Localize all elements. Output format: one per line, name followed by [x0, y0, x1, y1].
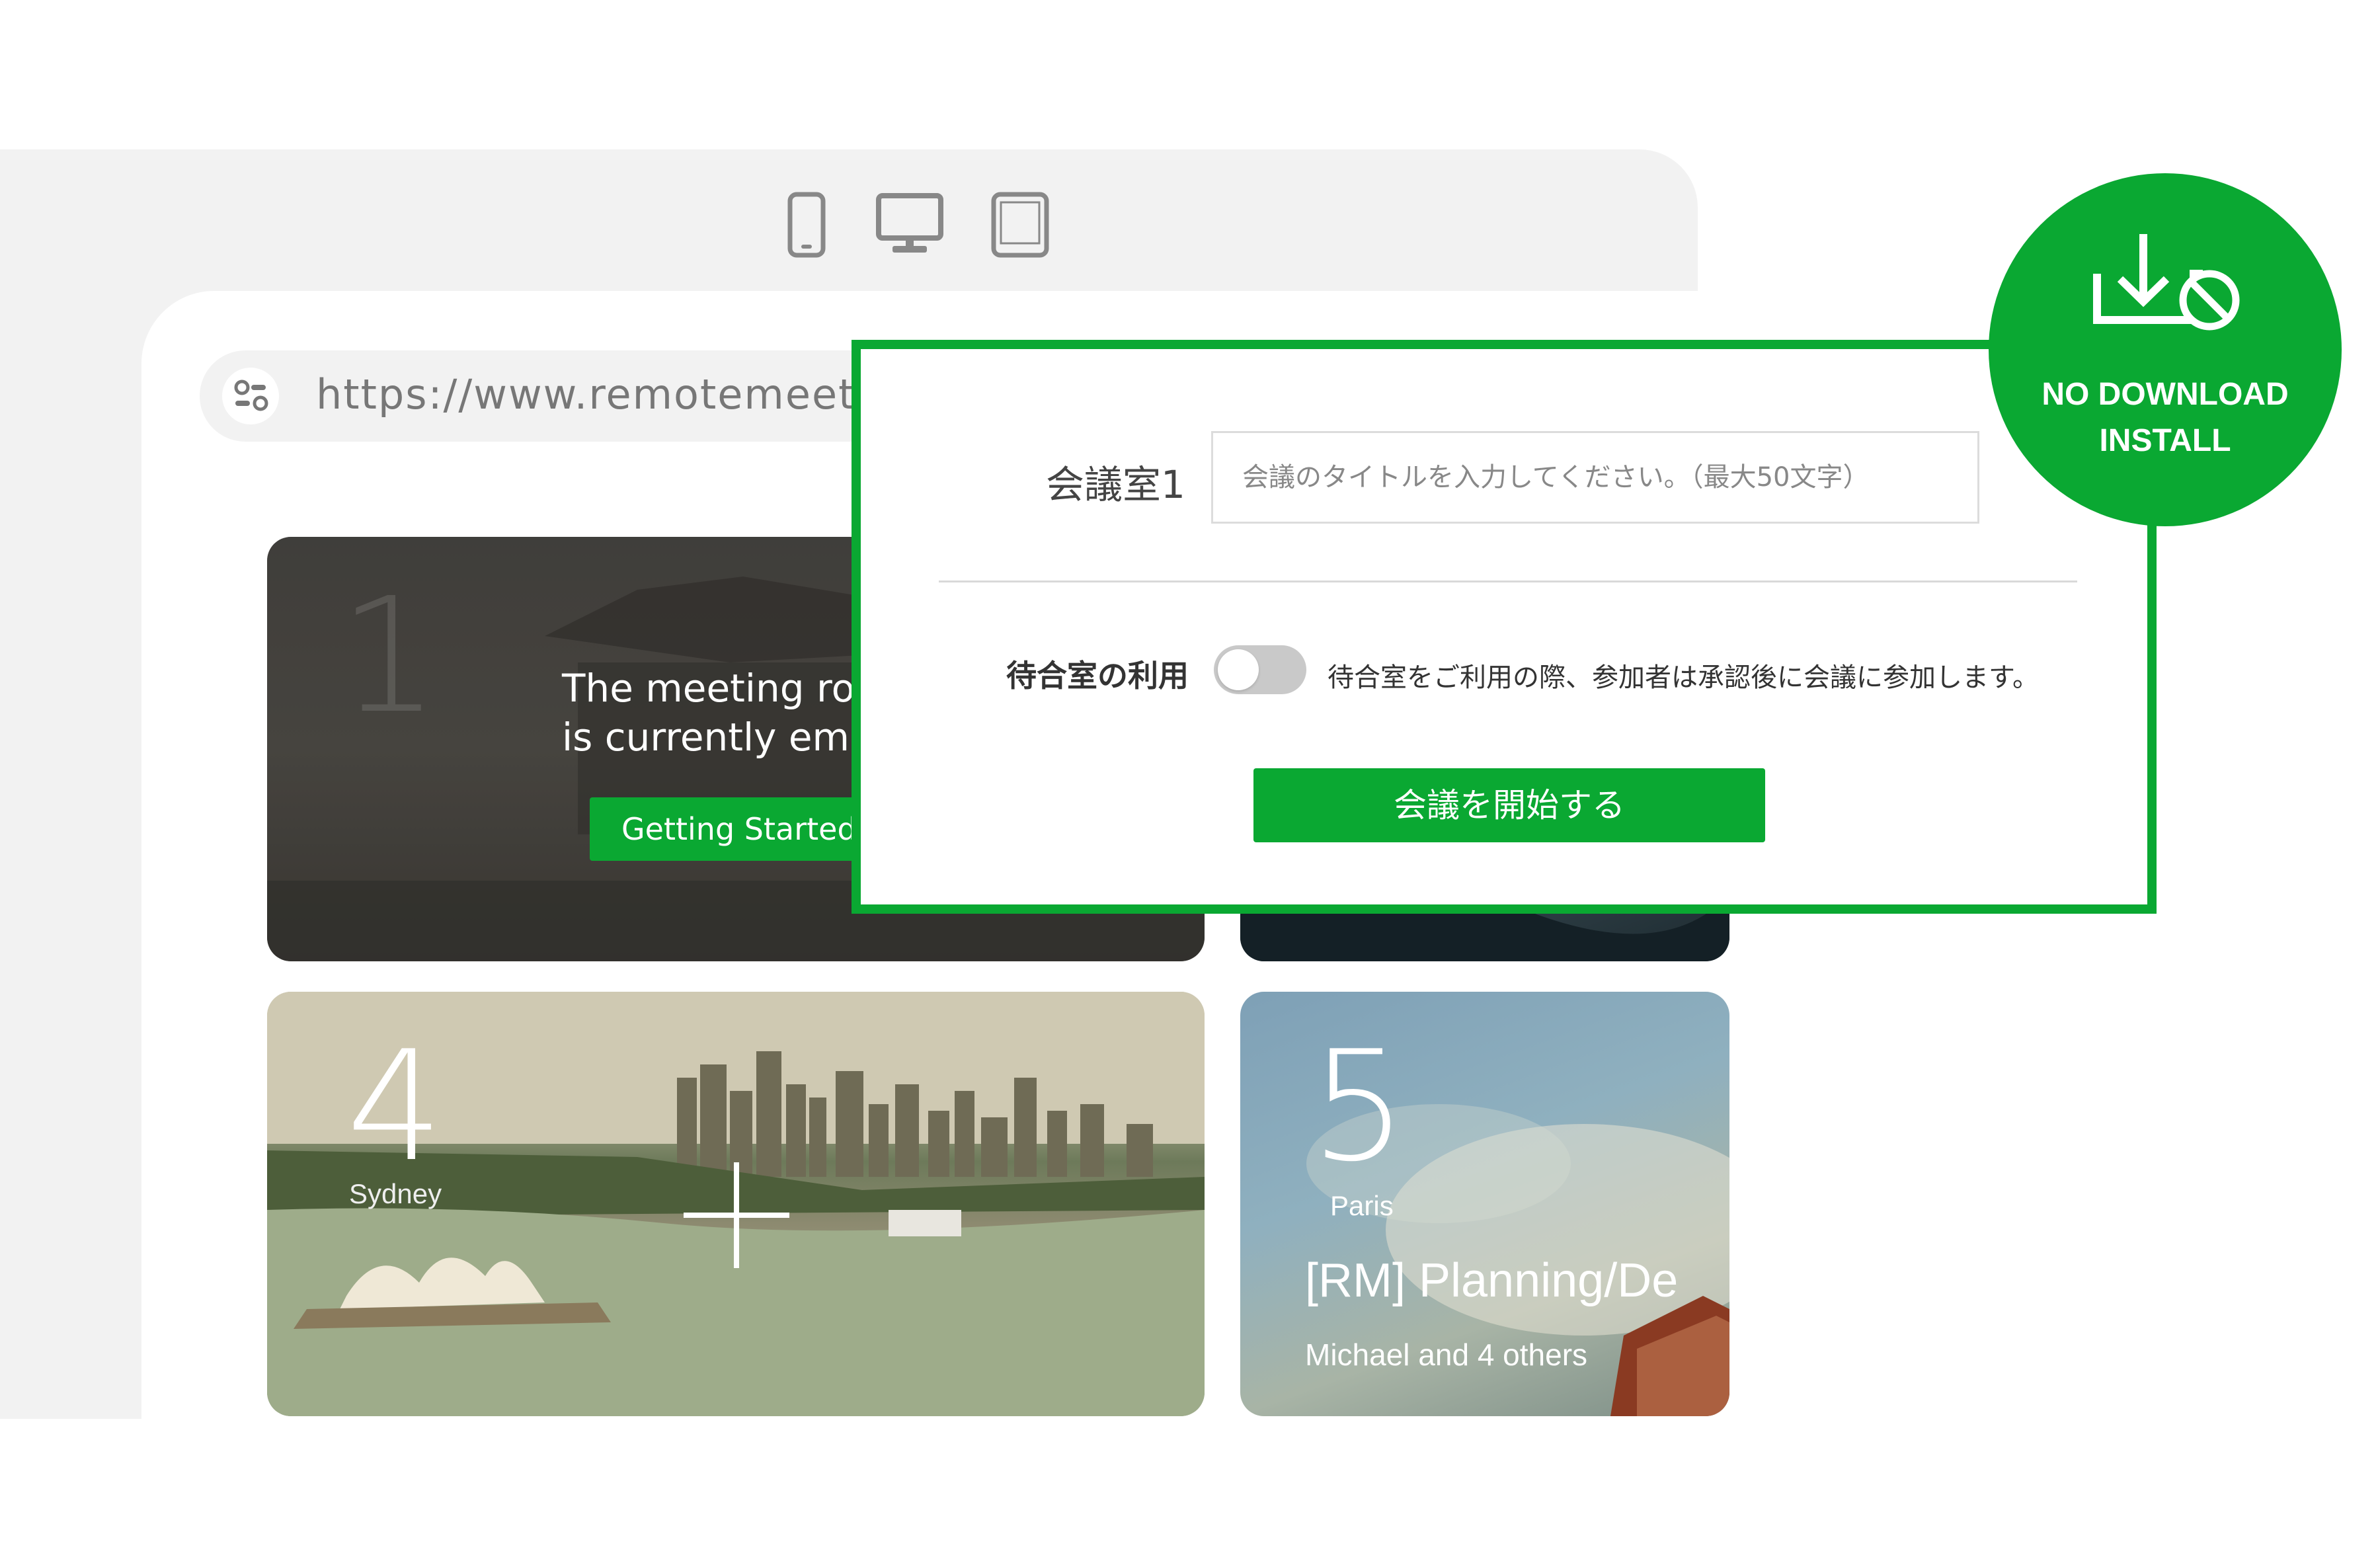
start-meeting-button[interactable]: 会議を開始する	[1253, 768, 1765, 842]
room-number: 4	[346, 1019, 444, 1195]
room-card-4[interactable]: 4 Sydney	[267, 992, 1205, 1416]
create-meeting-dialog: 会議室1 待合室の利用 待合室をご利用の際、参加者は承認後に会議に参加します。 …	[852, 340, 2157, 914]
meeting-participants: Michael and 4 others	[1305, 1338, 1588, 1372]
getting-started-button[interactable]: Getting Started	[590, 797, 889, 861]
empty-room-message: The meeting ro is currently emp	[562, 664, 874, 762]
room-city: Sydney	[349, 1178, 442, 1209]
room-city: Paris	[1330, 1190, 1394, 1221]
badge-line2: INSTALL	[2099, 423, 2231, 458]
room-number: 1	[338, 563, 440, 748]
no-download-badge: NO DOWNLOAD INSTALL	[1989, 173, 2342, 526]
plus-icon[interactable]	[684, 1162, 789, 1271]
tablet-icon[interactable]	[990, 192, 1050, 260]
desktop-icon[interactable]	[875, 192, 944, 260]
phone-icon[interactable]	[787, 192, 826, 260]
toggle-knob	[1218, 649, 1259, 690]
room-name-label: 会議室1	[1046, 462, 1185, 507]
room-number: 5	[1310, 1019, 1408, 1195]
site-settings-icon[interactable]	[222, 368, 279, 424]
empty-message-line2: is currently emp	[562, 715, 874, 760]
meeting-title: [RM] Planning/De	[1305, 1254, 1679, 1307]
no-download-icon	[2090, 227, 2242, 342]
waiting-room-description: 待合室をご利用の際、参加者は承認後に会議に参加します。	[1328, 662, 2039, 693]
badge-text: NO DOWNLOAD INSTALL	[1989, 372, 2342, 464]
room-card-5[interactable]: 5 Paris [RM] Planning/De Michael and 4 o…	[1240, 992, 1729, 1416]
divider	[939, 580, 2077, 582]
waiting-room-toggle[interactable]	[1214, 645, 1306, 694]
device-switcher	[780, 192, 1058, 264]
empty-message-line1: The meeting ro	[562, 666, 855, 711]
badge-line1: NO DOWNLOAD	[2042, 377, 2289, 412]
waiting-room-label: 待合室の利用	[1006, 658, 1189, 694]
url-text: https://www.remotemeeti	[316, 370, 869, 419]
meeting-title-input[interactable]	[1211, 431, 1979, 524]
